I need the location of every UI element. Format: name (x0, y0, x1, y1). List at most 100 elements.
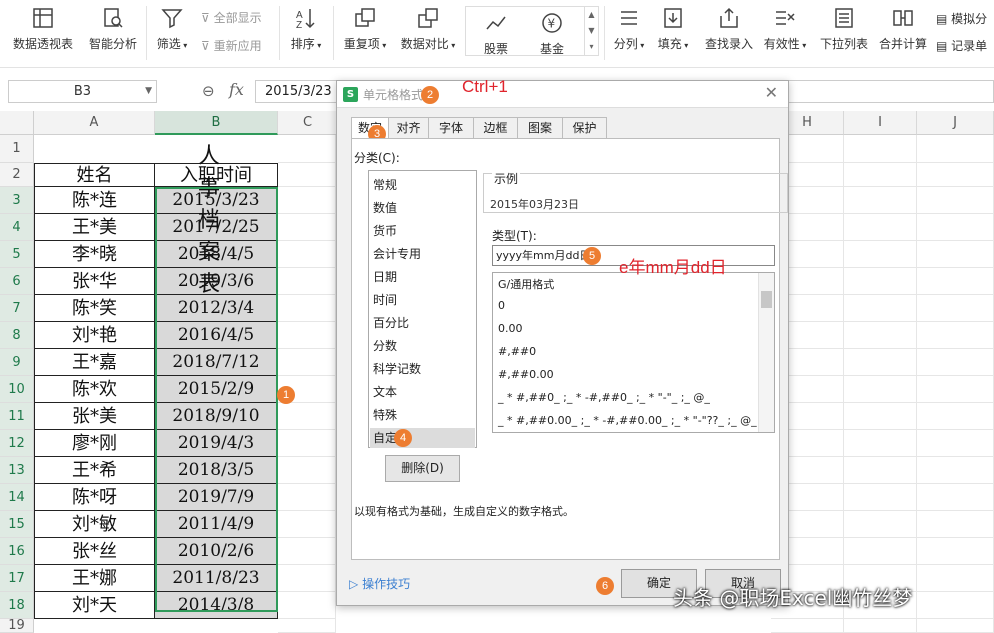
empty-cell[interactable] (917, 538, 994, 565)
zoom-icon[interactable]: ⊖ (202, 82, 215, 100)
name-cell[interactable]: 李*晓 (34, 241, 155, 268)
date-cell[interactable]: 2012/3/4 (155, 295, 278, 322)
row-header[interactable]: 10 (0, 376, 34, 403)
tab-pattern[interactable]: 图案 (517, 117, 563, 139)
empty-cell[interactable] (917, 565, 994, 592)
empty-cell[interactable] (917, 295, 994, 322)
name-cell[interactable]: 张*美 (34, 403, 155, 430)
category-item[interactable]: 常规 (373, 175, 397, 195)
category-item[interactable]: 特殊 (373, 405, 397, 425)
row-header[interactable]: 5 (0, 241, 34, 268)
empty-cell[interactable] (844, 135, 917, 163)
empty-cell[interactable] (278, 163, 336, 187)
empty-cell[interactable] (844, 187, 917, 214)
name-cell[interactable]: 刘*艳 (34, 322, 155, 349)
empty-cell[interactable] (917, 135, 994, 163)
empty-cell[interactable] (917, 376, 994, 403)
empty-cell[interactable] (917, 484, 994, 511)
empty-cell[interactable] (844, 241, 917, 268)
date-cell[interactable]: 2018/9/10 (155, 403, 278, 430)
name-cell[interactable]: 陈*呀 (34, 484, 155, 511)
empty-cell[interactable] (917, 430, 994, 457)
empty-cell[interactable] (844, 457, 917, 484)
empty-cell[interactable] (844, 376, 917, 403)
date-cell[interactable]: 2019/7/9 (155, 484, 278, 511)
empty-cell[interactable] (278, 538, 336, 565)
type-item[interactable]: G/通用格式 (498, 276, 554, 292)
dialog-titlebar[interactable]: S 单元格格式 2 ✕ (337, 81, 788, 108)
smart-analysis-button[interactable]: 智能分析 (88, 6, 138, 52)
split-column-button[interactable]: 分列 ▾ (612, 6, 646, 52)
empty-cell[interactable] (844, 619, 917, 633)
empty-cell[interactable] (844, 538, 917, 565)
category-item[interactable]: 时间 (373, 290, 397, 310)
empty-cell[interactable] (844, 295, 917, 322)
row-header[interactable]: 4 (0, 214, 34, 241)
stock-button[interactable]: 股票 (478, 11, 514, 57)
row-header[interactable]: 7 (0, 295, 34, 322)
empty-cell[interactable] (917, 349, 994, 376)
scroll-thumb[interactable] (761, 291, 772, 308)
column-header[interactable]: J (917, 111, 994, 135)
empty-cell[interactable] (917, 214, 994, 241)
date-cell[interactable]: 2011/8/23 (155, 565, 278, 592)
category-item[interactable]: 百分比 (373, 313, 409, 333)
column-header[interactable]: B (155, 111, 278, 135)
dropdown-list-button[interactable]: 下拉列表 (819, 6, 869, 52)
row-header[interactable]: 6 (0, 268, 34, 295)
category-item[interactable]: 分数 (373, 336, 397, 356)
row-header[interactable]: 16 (0, 538, 34, 565)
empty-cell[interactable] (278, 214, 336, 241)
consolidate-button[interactable]: 合并计算 (878, 6, 928, 52)
empty-cell[interactable] (278, 241, 336, 268)
type-item[interactable]: _ * #,##0_ ;_ * -#,##0_ ;_ * "-"_ ;_ @_ (498, 391, 710, 404)
record-form-button[interactable]: ▤ 记录单 (936, 37, 987, 54)
empty-cell[interactable] (844, 268, 917, 295)
row-header[interactable]: 14 (0, 484, 34, 511)
date-cell[interactable]: 2011/4/9 (155, 511, 278, 538)
date-cell[interactable]: 2019/4/3 (155, 430, 278, 457)
name-cell[interactable]: 王*美 (34, 214, 155, 241)
category-item[interactable]: 数值 (373, 198, 397, 218)
validation-button[interactable]: 有效性 ▾ (762, 6, 808, 52)
column-header[interactable]: C (278, 111, 338, 135)
empty-cell[interactable] (278, 187, 336, 214)
name-cell[interactable]: 陈*连 (34, 187, 155, 214)
name-cell[interactable]: 陈*笑 (34, 295, 155, 322)
empty-cell[interactable] (917, 592, 994, 619)
row-header[interactable]: 19 (0, 619, 34, 633)
empty-cell[interactable] (917, 241, 994, 268)
tab-font[interactable]: 字体 (428, 117, 474, 139)
column-header[interactable]: A (34, 111, 155, 135)
empty-cell[interactable] (844, 214, 917, 241)
empty-cell[interactable] (844, 322, 917, 349)
row-header[interactable]: 9 (0, 349, 34, 376)
chevron-down-icon[interactable]: ▼ (145, 81, 152, 102)
row-header[interactable]: 17 (0, 565, 34, 592)
empty-cell[interactable] (278, 295, 336, 322)
row-header[interactable]: 13 (0, 457, 34, 484)
empty-cell[interactable] (278, 135, 336, 163)
date-cell[interactable]: 2018/7/12 (155, 349, 278, 376)
date-cell[interactable]: 2015/2/9 (155, 376, 278, 403)
close-icon[interactable]: ✕ (765, 83, 778, 102)
empty-cell[interactable] (917, 163, 994, 187)
empty-cell[interactable] (278, 565, 336, 592)
category-item[interactable]: 会计专用 (373, 244, 421, 264)
row-header[interactable]: 3 (0, 187, 34, 214)
name-cell[interactable]: 陈*欢 (34, 376, 155, 403)
type-item[interactable]: 0 (498, 299, 505, 312)
empty-cell[interactable] (771, 619, 844, 633)
show-all-button[interactable]: ⊽ 全部显示 (201, 9, 262, 26)
category-item[interactable]: 货币 (373, 221, 397, 241)
sort-button[interactable]: AZ 排序 ▾ (289, 6, 323, 52)
date-cell[interactable]: 2010/2/6 (155, 538, 278, 565)
empty-cell[interactable] (278, 268, 336, 295)
empty-cell[interactable] (278, 403, 336, 430)
gallery-scroll[interactable]: ▲ ▼ ▾ (584, 7, 598, 55)
name-cell[interactable]: 刘*天 (34, 592, 155, 619)
empty-cell[interactable] (917, 187, 994, 214)
tab-border[interactable]: 边框 (473, 117, 518, 139)
header-name-cell[interactable]: 姓名 (34, 163, 155, 187)
row-header[interactable]: 15 (0, 511, 34, 538)
